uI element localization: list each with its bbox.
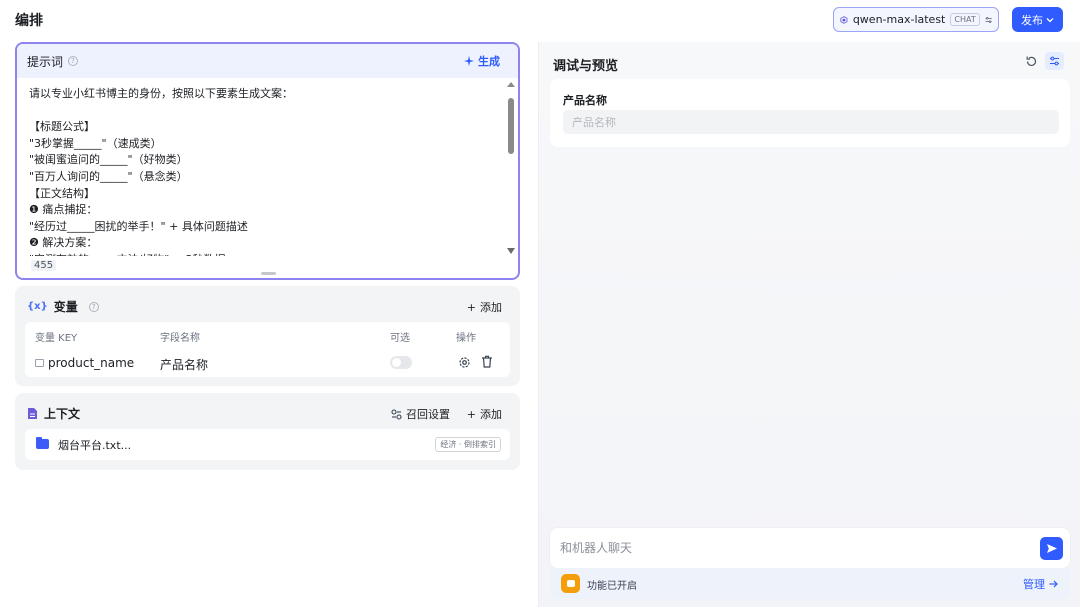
send-button[interactable]	[1040, 537, 1063, 560]
prompt-line: 请以专业小红书博主的身份，按照以下要素生成文案：	[29, 87, 293, 100]
document-icon	[28, 408, 37, 419]
context-card: 上下文 召回设置 + 添加 烟台平台.txt... 经济 · 倒排索引	[15, 393, 520, 470]
plus-icon: +	[466, 300, 476, 314]
manage-link-label: 管理	[1023, 578, 1045, 591]
help-icon[interactable]: ?	[88, 301, 99, 312]
model-logo-icon	[840, 15, 848, 24]
variables-table: 变量 KEY 字段名称 可选 操作 product_name 产品名称	[25, 322, 510, 377]
scroll-up-arrow-icon[interactable]	[507, 82, 515, 87]
folder-icon	[36, 437, 49, 449]
sparkle-icon	[464, 56, 474, 66]
prompt-title: 提示词	[27, 54, 64, 69]
prompt-line: ❶ 痛点捕捉：	[29, 203, 98, 217]
column-header-actions: 操作	[456, 333, 476, 344]
model-settings-icon[interactable]	[985, 14, 992, 26]
chevron-down-icon	[1046, 17, 1054, 22]
variable-input-card: 产品名称	[550, 79, 1070, 147]
file-name: 烟台平台.txt...	[58, 439, 132, 452]
prompt-line: "3秒掌握_____"（速成类）	[29, 136, 162, 150]
optional-toggle[interactable]	[390, 356, 412, 369]
preview-title: 调试与预览	[553, 59, 619, 74]
prompt-editor[interactable]: 请以专业小红书博主的身份，按照以下要素生成文案： 【标题公式】 "3秒掌握_____…	[29, 86, 509, 256]
model-type-badge: CHAT	[950, 13, 980, 26]
recall-settings-label: 召回设置	[406, 408, 450, 421]
column-header-optional: 可选	[390, 333, 410, 344]
variables-header: {x} 变量 ?	[27, 298, 99, 315]
prompt-line: ❷ 解决方案：	[29, 236, 98, 250]
scroll-down-arrow-icon[interactable]	[507, 248, 515, 254]
add-context-button[interactable]: + 添加	[467, 406, 502, 422]
chat-composer	[550, 528, 1070, 568]
scroll-thumb[interactable]	[508, 98, 514, 154]
model-picker[interactable]: qwen-max-latest CHAT	[833, 7, 999, 32]
variables-card: {x} 变量 ? + 添加 变量 KEY 字段名称 可选 操作 product_…	[15, 286, 520, 386]
prompt-line: 【标题公式】	[29, 120, 95, 134]
preview-settings-icon[interactable]	[1045, 52, 1064, 70]
feature-status-text: 功能已开启	[587, 581, 637, 592]
context-header: 上下文	[27, 405, 80, 422]
manage-link[interactable]: 管理	[1023, 576, 1058, 592]
add-variable-label: 添加	[480, 301, 502, 314]
add-variable-button[interactable]: + 添加	[467, 299, 502, 315]
robot-icon	[561, 574, 580, 593]
prompt-card: 提示词 ? 生成 请以专业小红书博主的身份，按照以下要素生成文案： 【标题公式】 "…	[15, 42, 520, 280]
variables-title: 变量	[53, 300, 78, 314]
product-name-label: 产品名称	[563, 94, 607, 107]
product-name-input[interactable]	[563, 110, 1059, 134]
publish-button[interactable]: 发布	[1012, 7, 1063, 32]
resize-handle[interactable]	[261, 272, 276, 275]
refresh-icon[interactable]	[1025, 55, 1038, 68]
variable-braces-icon: {x}	[27, 301, 48, 312]
gear-icon[interactable]	[458, 356, 471, 369]
char-count: 455	[31, 260, 57, 271]
text-field-icon	[35, 359, 44, 367]
prompt-line: "实测有效的_____方法/好物" + 3秒数据	[29, 252, 509, 256]
preview-panel: 调试与预览 产品名称 功能已开启 管理	[538, 42, 1080, 607]
prompt-line: "经历过_____困扰的举手！" + 具体问题描述	[29, 219, 248, 233]
page-title: 编排	[15, 13, 43, 29]
prompt-line: 【正文结构】	[29, 186, 95, 200]
arrow-right-icon	[1049, 580, 1058, 588]
add-context-label: 添加	[480, 408, 502, 421]
model-name: qwen-max-latest	[852, 13, 946, 26]
prompt-line	[29, 103, 509, 120]
variable-key[interactable]: product_name	[48, 356, 134, 370]
plus-icon: +	[466, 407, 476, 421]
generate-button[interactable]: 生成	[464, 53, 500, 69]
prompt-scrollbar[interactable]	[507, 82, 515, 254]
feature-status-bar: 功能已开启 管理	[550, 568, 1070, 599]
top-bar: 编排 qwen-max-latest CHAT 发布	[0, 0, 1080, 40]
recall-settings-icon	[391, 408, 402, 420]
help-icon[interactable]: ?	[68, 56, 79, 66]
index-type-badge: 经济 · 倒排索引	[435, 437, 501, 452]
recall-settings-button[interactable]: 召回设置	[391, 406, 450, 422]
list-item[interactable]: 烟台平台.txt... 经济 · 倒排索引	[25, 429, 510, 460]
column-header-key: 变量 KEY	[35, 333, 78, 344]
trash-icon[interactable]	[481, 355, 493, 368]
variable-field-name[interactable]: 产品名称	[160, 356, 208, 373]
prompt-line: "百万人询问的_____"（悬念类）	[29, 169, 188, 183]
context-title: 上下文	[44, 407, 81, 421]
prompt-line: "被闺蜜追问的_____"（好物类）	[29, 153, 188, 167]
chat-input[interactable]	[560, 536, 1020, 560]
publish-button-label: 发布	[1021, 13, 1043, 27]
send-icon	[1046, 544, 1057, 553]
column-header-field: 字段名称	[160, 333, 200, 344]
prompt-header: 提示词 ? 生成	[17, 44, 518, 78]
generate-button-label: 生成	[478, 55, 500, 68]
